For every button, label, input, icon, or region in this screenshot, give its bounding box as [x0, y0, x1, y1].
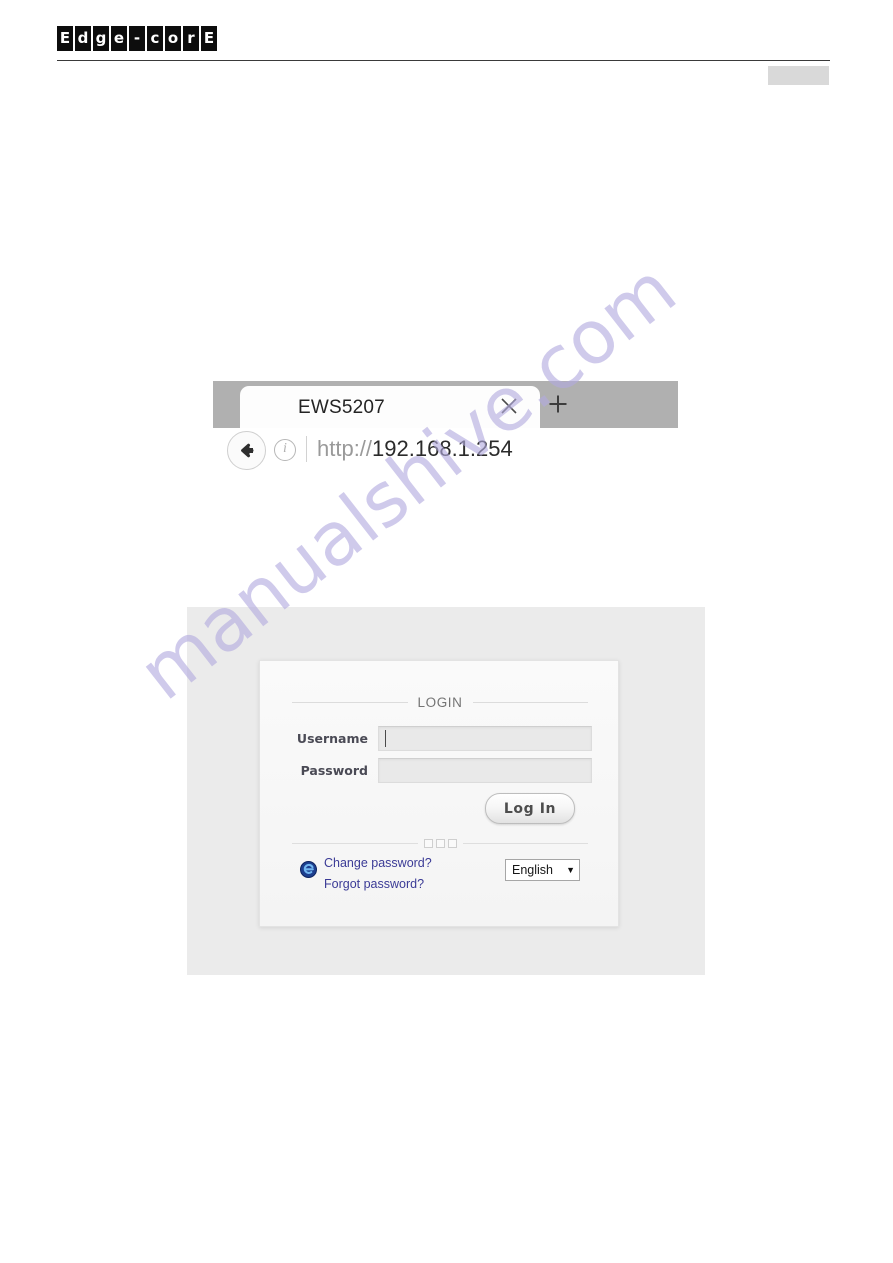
logo-letter-tile: E	[201, 26, 217, 51]
language-select[interactable]: English ▼	[505, 859, 580, 881]
heading-rule-left	[292, 701, 408, 703]
login-links: Change password? Forgot password?	[324, 853, 494, 895]
heading-rule-right	[472, 701, 589, 703]
divider-square	[435, 838, 445, 848]
browser-window-mockup: EWS5207 i http://192.168.1.254	[213, 381, 678, 472]
logo-letter-tile: o	[165, 26, 181, 51]
chevron-down-icon: ▼	[566, 865, 575, 875]
logo-letter-tile: c	[147, 26, 163, 51]
text-caret	[385, 730, 386, 747]
browser-globe-icon	[300, 861, 317, 878]
username-row: Username	[286, 726, 592, 751]
login-heading-text: LOGIN	[417, 694, 463, 710]
divider-squares	[418, 838, 463, 848]
logo-letter-tile: e	[111, 26, 127, 51]
url-host: 192.168.1.254	[372, 436, 513, 461]
browser-tab-strip: EWS5207	[213, 381, 678, 428]
login-panel: LOGIN Username Password Log In Change pa…	[259, 660, 619, 927]
logo-letter-tile: -	[129, 26, 145, 51]
language-select-value: English	[512, 863, 553, 877]
document-header: E d g e - c o r E	[0, 0, 893, 90]
divider-rule-left	[292, 842, 418, 844]
edgecore-logo: E d g e - c o r E	[57, 26, 217, 51]
change-password-link[interactable]: Change password?	[324, 853, 494, 874]
browser-tab[interactable]: EWS5207	[240, 386, 540, 428]
new-tab-icon[interactable]	[548, 394, 568, 414]
login-divider	[292, 838, 588, 848]
browser-tab-title: EWS5207	[298, 397, 385, 418]
password-input[interactable]	[378, 758, 592, 783]
divider-rule-right	[462, 842, 588, 844]
username-label: Username	[296, 731, 368, 746]
logo-letter-tile: g	[93, 26, 109, 51]
url-scheme: http://	[317, 436, 373, 461]
forgot-password-link[interactable]: Forgot password?	[324, 874, 494, 895]
header-divider-rule	[57, 60, 830, 61]
url-separator	[306, 436, 307, 462]
close-icon[interactable]	[500, 397, 518, 415]
logo-letter-tile: r	[183, 26, 199, 51]
login-page-screenshot: LOGIN Username Password Log In Change pa…	[187, 607, 705, 975]
password-label: Password	[300, 763, 368, 778]
divider-square	[423, 838, 433, 848]
password-row: Password	[286, 758, 592, 783]
header-blank-box	[768, 66, 829, 85]
logo-letter-tile: d	[75, 26, 91, 51]
log-in-button[interactable]: Log In	[485, 793, 575, 824]
login-heading: LOGIN	[292, 693, 589, 711]
username-input[interactable]	[378, 726, 592, 751]
url-text: http://192.168.1.254	[317, 436, 513, 462]
logo-letter-tile: E	[57, 26, 73, 51]
browser-url-bar[interactable]: i http://192.168.1.254	[213, 428, 678, 472]
info-icon[interactable]: i	[274, 439, 296, 461]
divider-square	[447, 838, 457, 848]
back-arrow-icon[interactable]	[227, 431, 266, 470]
